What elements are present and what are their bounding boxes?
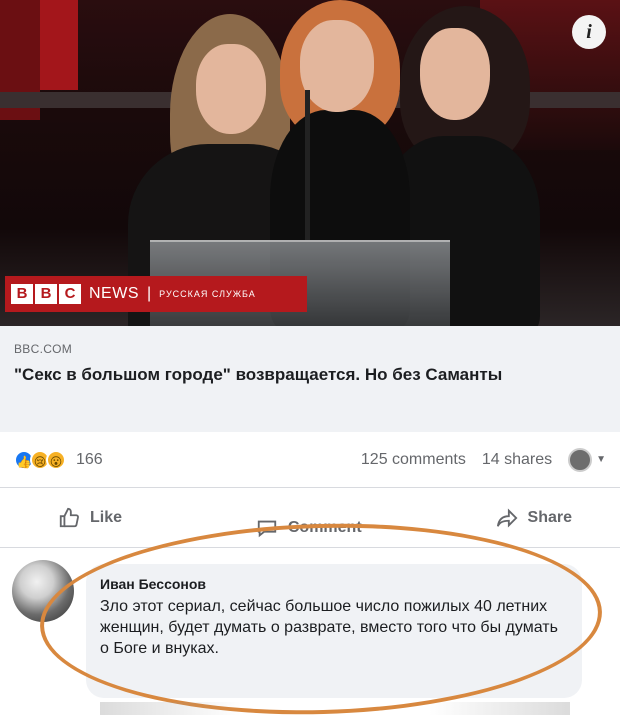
comments-count[interactable]: 125 comments bbox=[361, 451, 466, 469]
like-label: Like bbox=[90, 508, 123, 526]
cropped-next-row bbox=[100, 702, 570, 715]
bbc-logo-letter: B bbox=[35, 284, 57, 304]
like-button[interactable]: Like bbox=[58, 507, 122, 529]
bbc-logo-letter: B bbox=[11, 284, 33, 304]
article-photo[interactable]: i B B C NEWS | РУССКАЯ СЛУЖБА bbox=[0, 0, 620, 326]
share-label: Share bbox=[527, 508, 572, 526]
bbc-news-banner: B B C NEWS | РУССКАЯ СЛУЖБА bbox=[5, 276, 307, 312]
backdrop-stripe bbox=[40, 0, 78, 90]
bbc-news-label: NEWS bbox=[89, 285, 139, 302]
reaction-count[interactable]: 166 bbox=[76, 451, 103, 469]
chevron-down-icon[interactable]: ▼ bbox=[596, 454, 606, 465]
viewer-avatar[interactable] bbox=[568, 447, 593, 472]
share-button[interactable]: Share bbox=[496, 507, 572, 529]
post-stats: 👍 😢 😮 166 125 comments 14 shares ▼ bbox=[0, 432, 620, 488]
share-icon bbox=[496, 507, 517, 528]
link-preview[interactable]: BBC.COM "Секс в большом городе" возвраща… bbox=[0, 326, 620, 432]
bbc-logo-letter: C bbox=[59, 284, 81, 304]
bbc-logo: B B C bbox=[11, 284, 81, 304]
thumbs-up-icon bbox=[59, 507, 79, 527]
bbc-service-label: РУССКАЯ СЛУЖБА bbox=[159, 289, 256, 299]
wow-icon: 😮 bbox=[46, 449, 66, 470]
bbc-separator: | bbox=[147, 285, 152, 302]
link-title[interactable]: "Секс в большом городе" возвращается. Но… bbox=[14, 364, 554, 386]
reactions-summary[interactable]: 👍 😢 😮 166 bbox=[14, 449, 103, 470]
shares-count[interactable]: 14 shares bbox=[482, 451, 552, 469]
microphone bbox=[305, 90, 310, 240]
link-domain: BBC.COM bbox=[14, 342, 73, 356]
info-icon[interactable]: i bbox=[572, 15, 606, 49]
stats-right: 125 comments 14 shares ▼ bbox=[361, 447, 606, 472]
